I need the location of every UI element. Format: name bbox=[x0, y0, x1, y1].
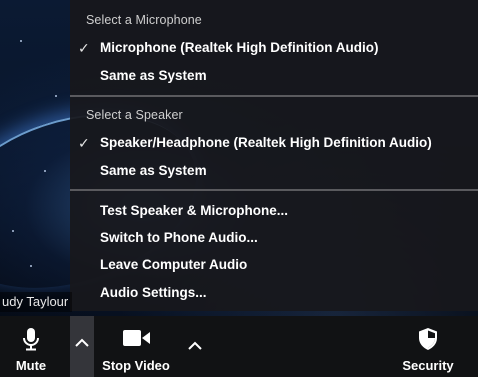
mute-button[interactable]: Mute bbox=[0, 316, 62, 377]
background-star bbox=[55, 95, 57, 97]
background-star bbox=[44, 170, 46, 172]
menu-item-label: Switch to Phone Audio... bbox=[100, 230, 258, 245]
menu-item-label: Same as System bbox=[100, 68, 207, 83]
security-button[interactable]: Security bbox=[396, 316, 460, 377]
menu-item-speaker-realtek[interactable]: ✓ Speaker/Headphone (Realtek High Defini… bbox=[70, 131, 478, 155]
microphone-section-header: Select a Microphone bbox=[86, 13, 202, 27]
stop-video-button[interactable]: Stop Video bbox=[96, 316, 176, 377]
menu-divider bbox=[70, 95, 478, 97]
meeting-toolbar: Mute Stop Video Security bbox=[0, 316, 478, 377]
menu-item-leave-computer-audio[interactable]: Leave Computer Audio bbox=[70, 253, 478, 277]
participant-name-label: udy Taylour bbox=[0, 292, 72, 312]
shield-icon bbox=[396, 326, 460, 350]
mute-button-label: Mute bbox=[15, 358, 47, 373]
menu-item-label: Speaker/Headphone (Realtek High Definiti… bbox=[100, 135, 432, 150]
menu-item-label: Microphone (Realtek High Definition Audi… bbox=[100, 40, 379, 55]
menu-item-label: Same as System bbox=[100, 163, 207, 178]
menu-item-test-speaker-microphone[interactable]: Test Speaker & Microphone... bbox=[70, 199, 478, 223]
menu-item-microphone-realtek[interactable]: ✓ Microphone (Realtek High Definition Au… bbox=[70, 36, 478, 60]
audio-options-caret-button[interactable] bbox=[70, 316, 94, 377]
menu-item-label: Leave Computer Audio bbox=[100, 257, 248, 272]
background-star bbox=[30, 265, 32, 267]
meeting-video-area: Select a Microphone ✓ Microphone (Realte… bbox=[0, 0, 478, 377]
menu-divider bbox=[70, 189, 478, 191]
background-star bbox=[12, 230, 14, 232]
menu-item-audio-settings[interactable]: Audio Settings... bbox=[70, 281, 478, 305]
microphone-icon bbox=[0, 326, 62, 351]
background-star bbox=[20, 40, 22, 42]
menu-item-microphone-same-as-system[interactable]: Same as System bbox=[70, 64, 478, 88]
menu-item-label: Audio Settings... bbox=[100, 285, 207, 300]
video-options-caret-button[interactable] bbox=[183, 334, 207, 358]
menu-item-switch-to-phone-audio[interactable]: Switch to Phone Audio... bbox=[70, 226, 478, 250]
stop-video-button-label: Stop Video bbox=[102, 358, 170, 373]
checkmark-icon: ✓ bbox=[78, 40, 90, 56]
video-camera-icon bbox=[96, 326, 176, 350]
security-button-label: Security bbox=[402, 358, 454, 373]
menu-item-label: Test Speaker & Microphone... bbox=[100, 203, 289, 218]
menu-item-speaker-same-as-system[interactable]: Same as System bbox=[70, 159, 478, 183]
checkmark-icon: ✓ bbox=[78, 135, 90, 151]
audio-options-menu: Select a Microphone ✓ Microphone (Realte… bbox=[70, 0, 478, 311]
speaker-section-header: Select a Speaker bbox=[86, 108, 183, 122]
